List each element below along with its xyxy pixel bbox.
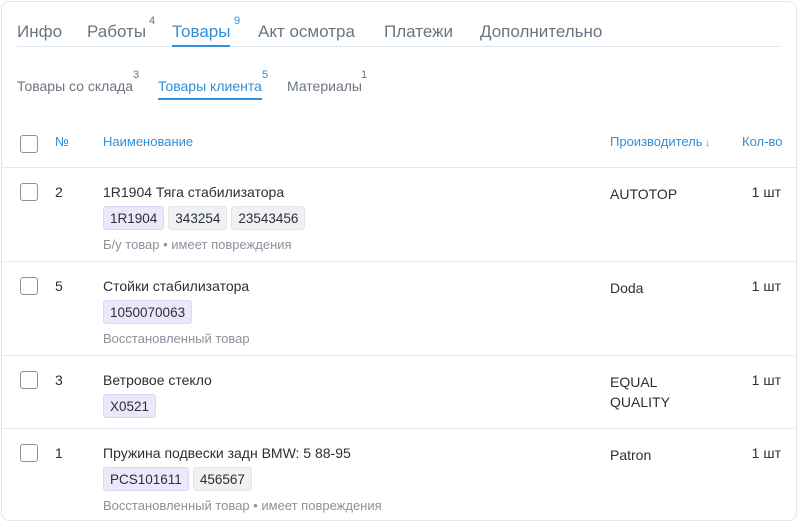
row-number: 1 bbox=[55, 445, 63, 461]
tab-label: Товары bbox=[172, 22, 231, 41]
item-code-chip: 1050070063 bbox=[103, 300, 193, 324]
row-number: 2 bbox=[55, 184, 63, 200]
row-number: 3 bbox=[55, 372, 63, 388]
item-codes: 1050070063 bbox=[103, 300, 193, 324]
subtab-client-goods[interactable]: Товары клиента 5 bbox=[158, 69, 268, 100]
column-number[interactable]: № bbox=[55, 134, 69, 149]
subtab-label: Товары со склада bbox=[17, 78, 134, 94]
select-all-checkbox[interactable] bbox=[20, 135, 38, 153]
table-row[interactable]: 5 Стойки стабилизатора 1050070063 Восста… bbox=[2, 262, 796, 356]
tab-additional[interactable]: Дополнительно bbox=[480, 22, 602, 42]
item-maker: Patron bbox=[610, 447, 652, 463]
item-codes: PCS101611 456567 bbox=[103, 467, 252, 491]
item-quantity: 1 шт bbox=[751, 278, 781, 294]
tab-inspection-act[interactable]: Акт осмотра bbox=[258, 22, 355, 42]
item-quantity: 1 шт bbox=[751, 372, 781, 388]
main-tabs: Инфо Работы 4 Товары 9 Акт осмотра Плате… bbox=[17, 2, 781, 47]
row-checkbox[interactable] bbox=[20, 183, 38, 201]
tab-label: Инфо bbox=[17, 22, 63, 41]
item-codes: 1R1904 343254 23543456 bbox=[103, 206, 306, 230]
item-name: 1R1904 Тяга стабилизатора bbox=[103, 184, 285, 200]
item-code-chip: 343254 bbox=[168, 206, 228, 230]
subtab-label: Материалы bbox=[287, 78, 362, 94]
subtab-warehouse-goods[interactable]: Товары со склада 3 bbox=[17, 69, 139, 94]
table-row[interactable]: 1 Пружина подвески задн BMW: 5 88-95 PCS… bbox=[2, 429, 796, 520]
table-row[interactable]: 2 1R1904 Тяга стабилизатора 1R1904 34325… bbox=[2, 168, 796, 262]
column-maker[interactable]: Производитель ↓ bbox=[610, 134, 710, 149]
tab-works[interactable]: Работы 4 bbox=[87, 15, 155, 42]
item-maker: AUTOTOP bbox=[610, 186, 678, 202]
subtab-count-badge: 5 bbox=[262, 69, 269, 81]
column-quantity[interactable]: Кол-во bbox=[742, 134, 782, 149]
item-code-chip: 23543456 bbox=[231, 206, 306, 230]
item-condition-note: Восстановленный товар bbox=[103, 331, 250, 346]
tab-label: Дополнительно bbox=[480, 22, 603, 41]
subtab-count-badge: 3 bbox=[133, 69, 140, 81]
item-code-chip: X0521 bbox=[103, 394, 157, 418]
goods-panel: Инфо Работы 4 Товары 9 Акт осмотра Плате… bbox=[1, 1, 797, 521]
table-header: № Наименование Производитель ↓ Кол-во bbox=[2, 120, 796, 168]
arrow-down-icon: ↓ bbox=[704, 137, 711, 149]
row-number: 5 bbox=[55, 278, 63, 294]
column-name[interactable]: Наименование bbox=[103, 134, 193, 149]
item-quantity: 1 шт bbox=[751, 184, 781, 200]
item-condition-note: Восстановленный товар • имеет повреждени… bbox=[103, 498, 382, 513]
item-name: Стойки стабилизатора bbox=[103, 278, 250, 294]
item-maker: Doda bbox=[610, 280, 644, 296]
row-checkbox[interactable] bbox=[20, 277, 38, 295]
item-maker: EQUAL QUALITY bbox=[610, 374, 670, 410]
row-checkbox[interactable] bbox=[20, 444, 38, 462]
tab-label: Платежи bbox=[384, 22, 453, 41]
item-code-chip: 456567 bbox=[192, 467, 252, 491]
row-checkbox[interactable] bbox=[20, 371, 38, 389]
subtab-materials[interactable]: Материалы 1 bbox=[287, 69, 367, 94]
item-condition-note: Б/у товар • имеет повреждения bbox=[103, 237, 292, 252]
subtab-label: Товары клиента bbox=[158, 78, 262, 94]
column-maker-label: Производитель bbox=[610, 134, 703, 149]
item-quantity: 1 шт bbox=[751, 445, 781, 461]
item-code-chip: PCS101611 bbox=[103, 467, 189, 491]
item-name: Пружина подвески задн BMW: 5 88-95 bbox=[103, 445, 351, 461]
item-code-chip: 1R1904 bbox=[103, 206, 165, 230]
tab-info[interactable]: Инфо bbox=[17, 22, 62, 42]
tab-count-badge: 4 bbox=[149, 15, 156, 27]
tab-payments[interactable]: Платежи bbox=[384, 22, 453, 42]
item-codes: X0521 bbox=[103, 394, 157, 418]
tab-label: Акт осмотра bbox=[258, 22, 355, 41]
item-name: Ветровое стекло bbox=[103, 372, 212, 388]
tab-goods[interactable]: Товары 9 bbox=[172, 15, 240, 47]
subtab-count-badge: 1 bbox=[361, 69, 368, 81]
tab-count-badge: 9 bbox=[234, 15, 241, 27]
table-row[interactable]: 3 Ветровое стекло X0521 EQUAL QUALITY 1 … bbox=[2, 356, 796, 429]
tab-label: Работы bbox=[87, 22, 147, 41]
